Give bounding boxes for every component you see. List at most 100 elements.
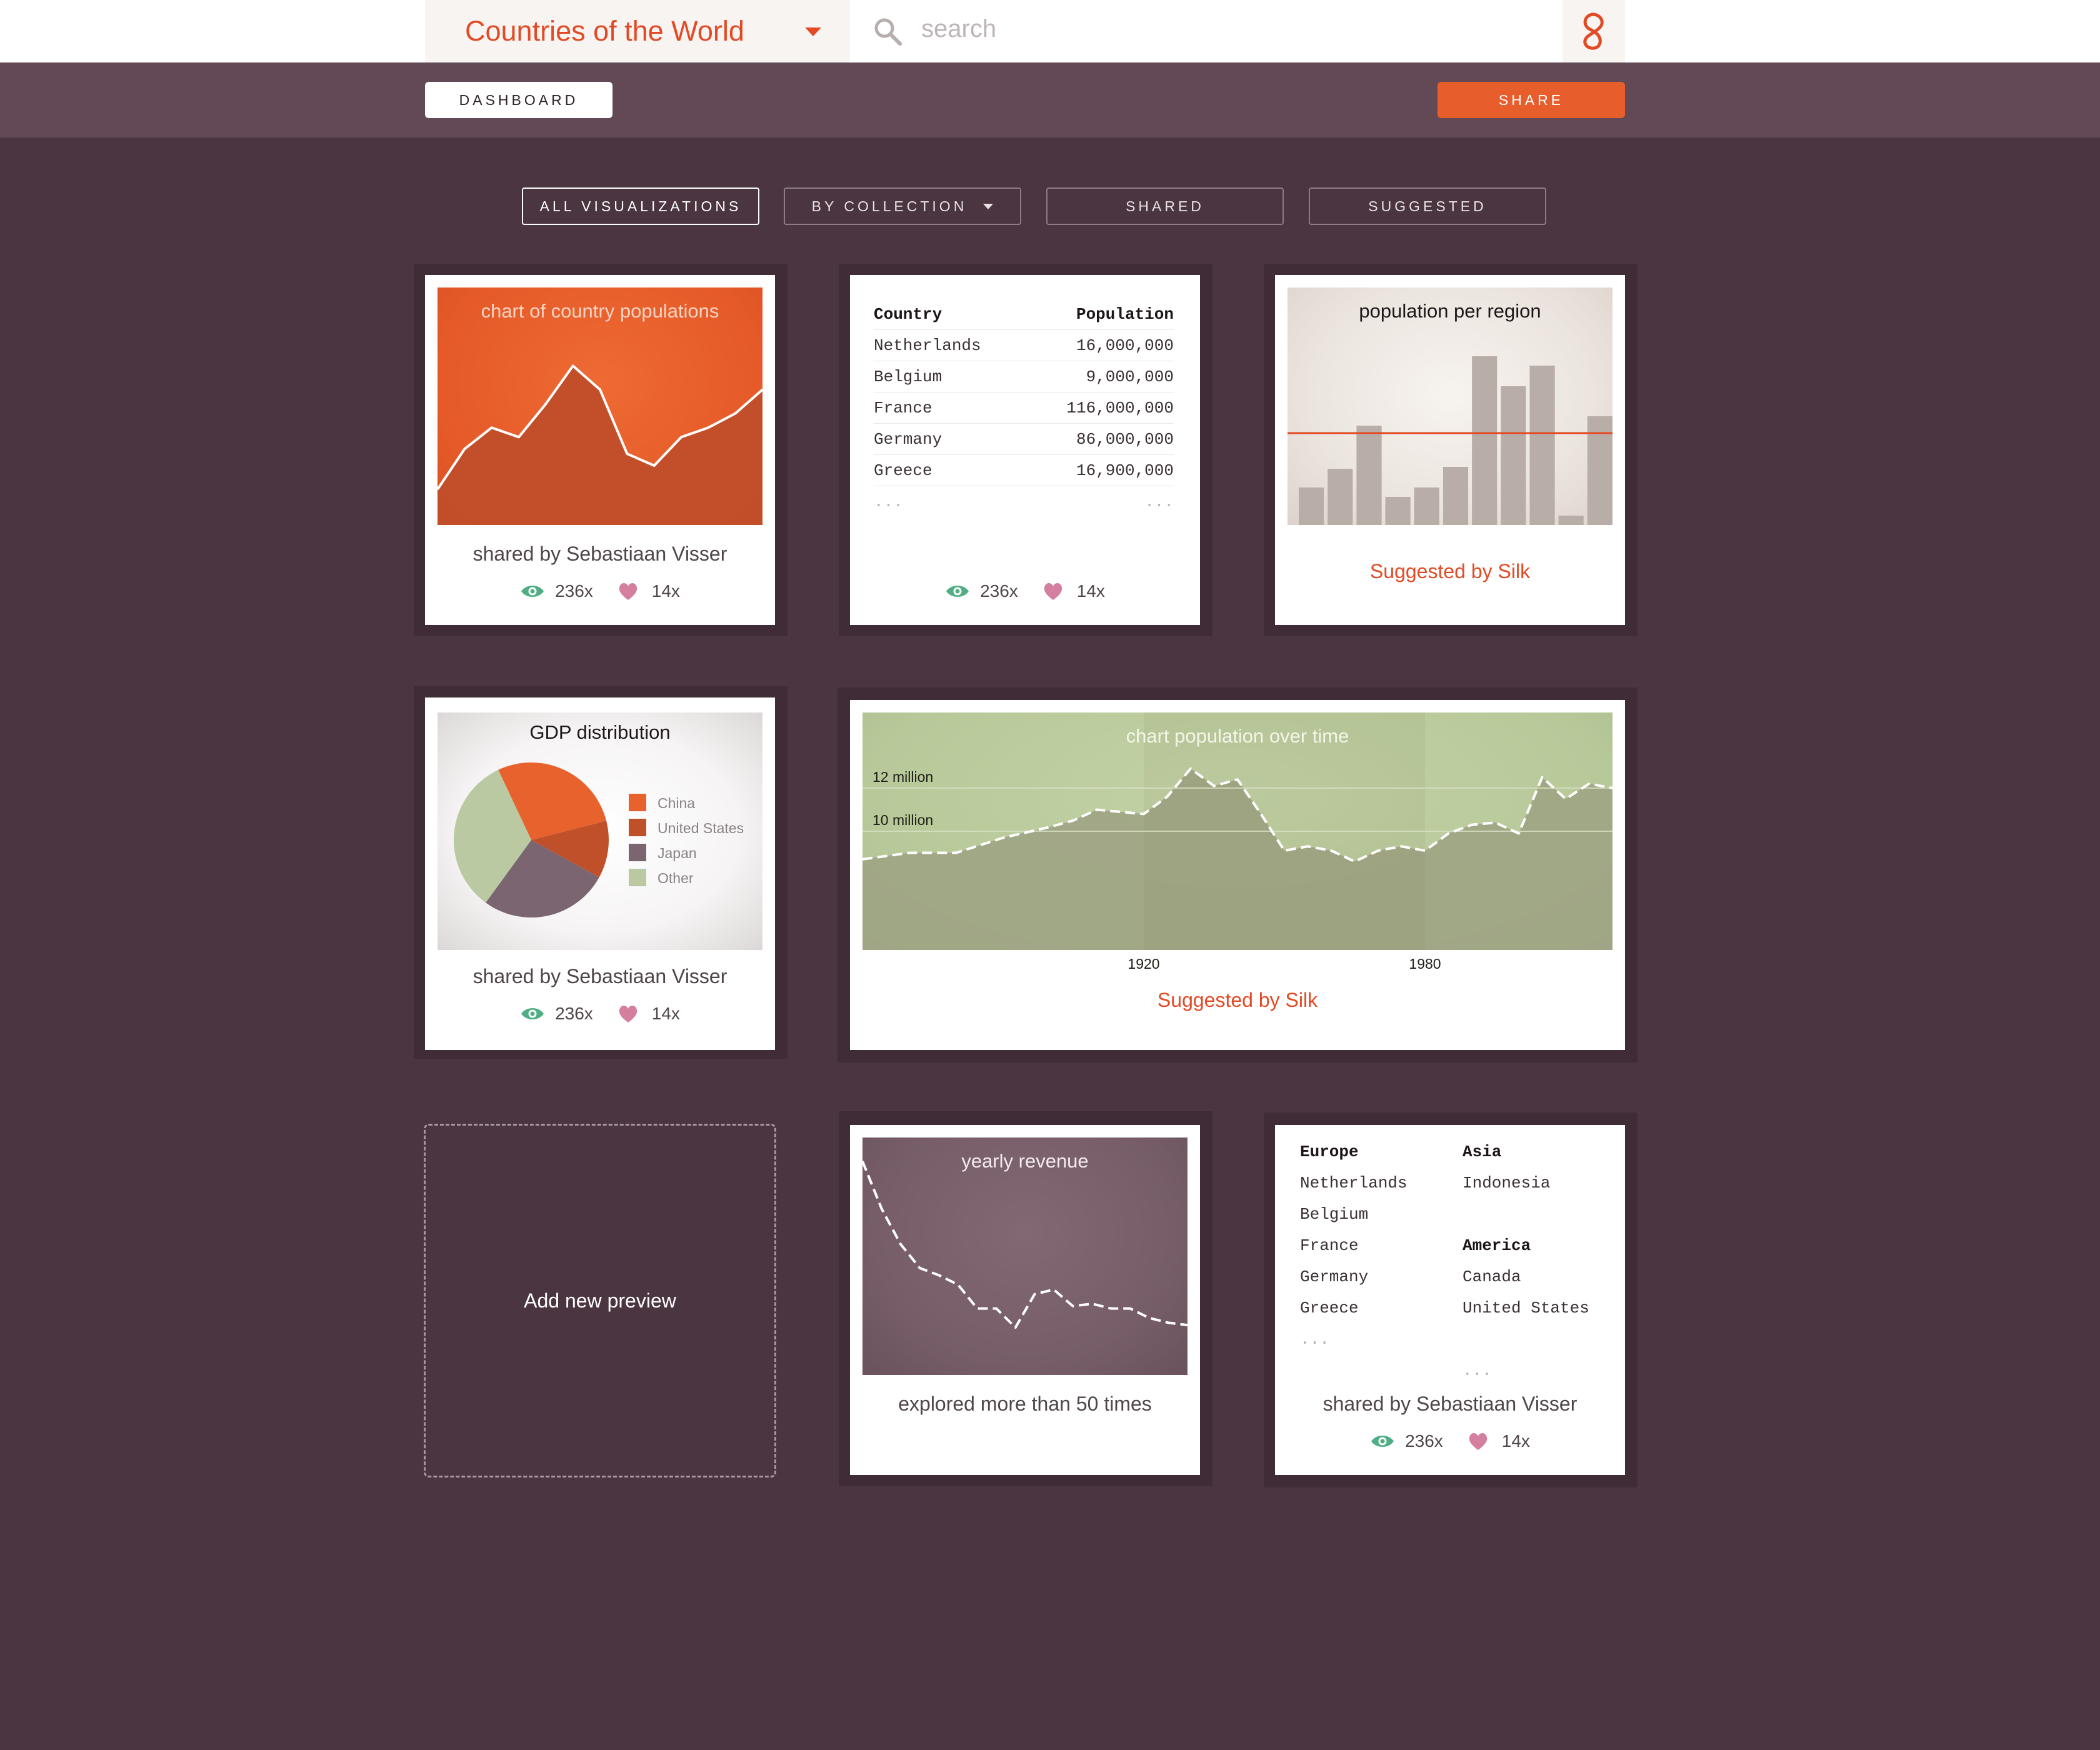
area-chart [438, 364, 762, 525]
table-row: Belgium 9,000,000 [874, 361, 1174, 392]
tab-label: SUGGESTED [1368, 198, 1487, 214]
silk-logo[interactable] [1562, 0, 1625, 62]
bar [1558, 516, 1584, 525]
population-cell: 16,900,000 [1076, 461, 1174, 480]
population-table: Country Population Netherlands 16,000,000 Be… [874, 299, 1174, 518]
eye-icon [521, 586, 544, 597]
chevron-down-icon [805, 28, 821, 36]
country-cell: Greece [874, 461, 932, 480]
region-entry: Belgium [1300, 1205, 1369, 1224]
table-row: Greece 16,900,000 [874, 455, 1174, 486]
bar [1299, 488, 1324, 525]
collection-title-select[interactable]: Countries of the World [425, 0, 850, 62]
card-population-over-time[interactable]: 10 million 12 million chart population ov… [850, 700, 1625, 1050]
legend-swatch [629, 869, 646, 886]
share-button[interactable]: SHARE [1438, 82, 1625, 118]
eye-icon [521, 1008, 544, 1019]
table-row: Germany 86,000,000 [874, 424, 1174, 455]
line-chart [862, 1161, 1188, 1329]
population-cell: 116,000,000 [1066, 398, 1174, 418]
card-caption: shared by Sebastiaan Visser [472, 965, 728, 988]
chevron-down-icon [983, 203, 994, 209]
tab-suggested[interactable]: SUGGESTED [1309, 188, 1546, 225]
bar-chart [1288, 356, 1612, 525]
population-cell: 9,000,000 [1086, 367, 1174, 386]
tab-all-visualizations[interactable]: ALL VISUALIZATIONS [522, 188, 759, 225]
card-caption: Suggested by Silk [1157, 989, 1318, 1011]
region-entry: Germany [1300, 1268, 1369, 1286]
bar [1328, 469, 1353, 525]
region-column: Europe Netherlands Belgium France Germany Gre… [1300, 1136, 1408, 1355]
chart-thumbnail: population per region [1288, 288, 1612, 525]
card-stats: 236x 14x [425, 1004, 775, 1024]
card-caption: explored more than 50 times [898, 1392, 1152, 1415]
bar [1442, 467, 1469, 525]
add-new-preview-button[interactable]: Add new preview [424, 1124, 776, 1478]
chart-title: population per region [1359, 300, 1541, 322]
card-stats: 236x 14x [850, 581, 1200, 601]
bar [1472, 356, 1498, 525]
x-axis: 1920 1980 [1128, 956, 1441, 972]
card-yearly-revenue[interactable]: yearly revenue explored more than 50 tim… [850, 1125, 1200, 1475]
tab-label: ALL VISUALIZATIONS [539, 198, 742, 214]
heart-icon[interactable] [618, 582, 638, 601]
area-chart: 10 million 12 million [862, 712, 1612, 950]
bar [1529, 366, 1555, 525]
like-count: 14x [1076, 581, 1105, 601]
like-count: 14x [1501, 1431, 1530, 1451]
tab-by-collection[interactable]: BY COLLECTION [784, 188, 1021, 225]
collection-title: Countries of the World [465, 15, 744, 47]
view-count: 236x [1405, 1431, 1443, 1451]
legend-swatch [629, 794, 646, 811]
view-count: 236x [555, 1004, 593, 1023]
dashboard-button[interactable]: DASHBOARD [425, 82, 612, 118]
card-gdp-distribution[interactable]: GDP distribution China United States Japan… [425, 698, 775, 1050]
legend-label: Other [658, 870, 694, 886]
region-heading: Asia [1462, 1142, 1502, 1161]
more-indicator: ... [1144, 492, 1174, 511]
column-header: Population [1076, 304, 1174, 324]
legend-label: China [658, 795, 695, 811]
card-caption: shared by Sebastiaan Visser [472, 542, 728, 565]
bar [1501, 386, 1526, 525]
region-entry: Netherlands [1300, 1174, 1408, 1192]
heart-icon[interactable] [1043, 582, 1063, 601]
card-stats: 236x 14x [1275, 1431, 1625, 1451]
chart-thumbnail: yearly revenue [862, 1138, 1188, 1375]
card-regions-list[interactable]: Europe Netherlands Belgium France Germany Gre… [1275, 1125, 1625, 1475]
country-cell: Belgium [874, 367, 942, 386]
legend-label: Japan [658, 845, 697, 861]
heart-icon[interactable] [618, 1004, 638, 1023]
y-tick-label: 12 million [872, 769, 933, 785]
country-cell: France [874, 398, 932, 418]
bar [1414, 488, 1439, 525]
search-input[interactable]: search [850, 0, 1562, 62]
search-icon [874, 18, 902, 46]
like-count: 14x [651, 581, 680, 601]
tab-shared[interactable]: SHARED [1046, 188, 1284, 225]
chart-thumbnail: GDP distribution China United States Japan… [438, 712, 762, 950]
card-stats: 236x 14x [425, 581, 775, 601]
legend-swatch [629, 819, 646, 836]
silk-logo-icon [1583, 12, 1604, 50]
pie-chart: China United States Japan Other [454, 762, 744, 918]
eye-icon [946, 586, 969, 597]
x-tick-label: 1920 [1128, 956, 1159, 972]
table-row: France 116,000,000 [874, 392, 1174, 424]
column-header: Country [874, 304, 942, 324]
sub-toolbar [0, 62, 2100, 138]
heart-icon[interactable] [1468, 1432, 1488, 1451]
eye-icon [1371, 1436, 1394, 1447]
like-count: 14x [651, 1004, 680, 1023]
region-entry: France [1300, 1236, 1359, 1255]
card-country-populations[interactable]: chart of country populations shared by S… [425, 275, 775, 625]
region-entry: Canada [1462, 1268, 1521, 1286]
card-population-per-region[interactable]: population per region Suggested by Silk [1275, 275, 1625, 625]
bar [1356, 426, 1382, 525]
population-cell: 86,000,000 [1076, 429, 1174, 449]
card-caption: shared by Sebastiaan Visser [1322, 1392, 1578, 1415]
region-heading: Europe [1300, 1142, 1359, 1161]
country-cell: Germany [874, 429, 942, 449]
